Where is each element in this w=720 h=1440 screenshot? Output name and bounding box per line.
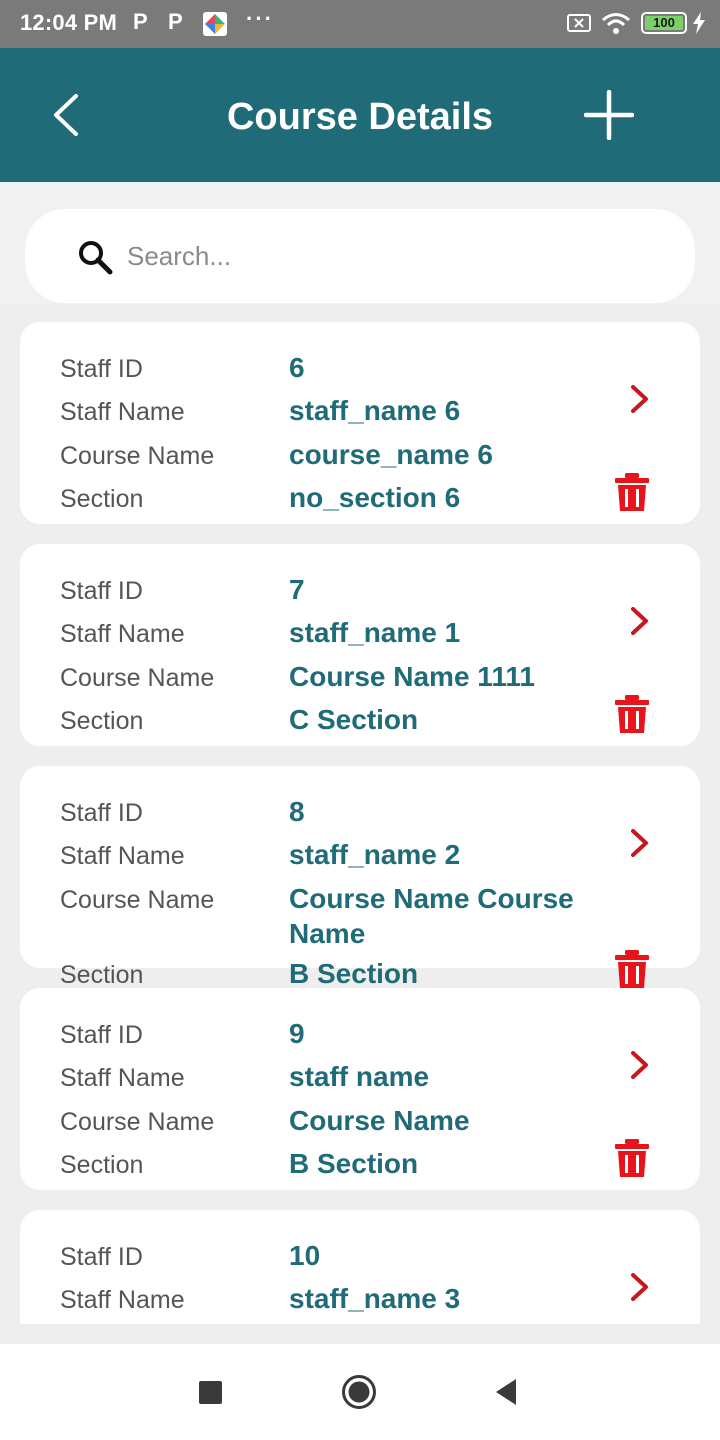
course-card[interactable]: Staff ID 6 Staff Name staff_name 6 Cours… [20,322,700,524]
staff-name-row: Staff Name staff_name 1 [60,617,700,664]
course-name-label: Course Name [60,886,215,914]
plus-icon[interactable] [584,90,634,140]
course-name-value: Course Name [289,1105,470,1136]
course-name-label: Course Name [60,1108,215,1136]
course-name-row: Course Name Course Name Course Name [60,883,700,949]
staff-name-row: Staff Name staff_name 2 [60,839,700,886]
trash-icon[interactable] [614,949,650,989]
chevron-right-icon[interactable] [628,606,652,636]
trash-icon[interactable] [614,472,650,512]
course-name-value: Course Name 1111 [289,661,535,692]
status-time: 12:04 PM [20,10,117,35]
staff-name-value: staff_name 3 [289,1283,461,1314]
staff-name-label: Staff Name [60,1064,185,1092]
staff-id-label: Staff ID [60,1021,143,1049]
course-list: Staff ID 6 Staff Name staff_name 6 Cours… [0,304,720,1324]
course-card[interactable]: Staff ID 8 Staff Name staff_name 2 Cours… [20,766,700,968]
section-row: Section no_section 6 [60,482,700,529]
staff-id-label: Staff ID [60,355,143,383]
section-row: Section B Section [60,1148,700,1195]
search-input[interactable] [127,231,667,281]
chevron-right-icon[interactable] [628,828,652,858]
staff-name-label: Staff Name [60,842,185,870]
trash-icon[interactable] [614,694,650,734]
course-card[interactable]: Staff ID 7 Staff Name staff_name 1 Cours… [20,544,700,746]
back-triangle-icon[interactable] [494,1377,518,1407]
staff-id-label: Staff ID [60,1243,143,1271]
staff-name-label: Staff Name [60,398,185,426]
app-icon [203,12,227,36]
charging-icon [693,12,705,34]
notification-p-icon: P [168,9,183,34]
section-value: B Section [289,1148,419,1179]
notification-p-icon: P [133,9,148,34]
staff-name-row: Staff Name staff name [60,1061,700,1108]
section-row: Section C Section [60,704,700,751]
staff-id-value: 10 [289,1240,321,1271]
course-name-label: Course Name [60,442,215,470]
staff-name-row: Staff Name staff_name 6 [60,395,700,442]
chevron-right-icon[interactable] [628,1272,652,1302]
search-section [0,182,720,304]
course-name-value: course_name 6 [289,439,493,470]
more-notifications-icon: ··· [246,6,274,31]
course-name-label: Course Name [60,664,215,692]
battery-level: 100 [653,15,675,30]
chevron-right-icon[interactable] [628,384,652,414]
chevron-right-icon[interactable] [628,1050,652,1080]
section-label: Section [60,1151,144,1179]
course-card[interactable]: Staff ID 10 Staff Name staff_name 3 [20,1210,700,1324]
section-label: Section [60,961,144,989]
section-label: Section [60,707,144,735]
section-row: Section B Section [60,958,700,1005]
staff-id-value: 6 [289,352,305,383]
staff-id-label: Staff ID [60,577,143,605]
section-value: no_section 6 [289,482,461,513]
section-value: B Section [289,958,419,989]
staff-id-value: 8 [289,796,305,827]
staff-name-label: Staff Name [60,1286,185,1314]
staff-name-row: Staff Name staff_name 3 [60,1283,700,1324]
staff-name-value: staff_name 6 [289,395,461,426]
course-name-value: Course Name Course Name [289,883,574,949]
trash-icon[interactable] [614,1138,650,1178]
staff-name-value: staff_name 2 [289,839,461,870]
app-header: Course Details [0,48,720,182]
wifi-icon [602,13,630,34]
course-card[interactable]: Staff ID 9 Staff Name staff name Course … [20,988,700,1190]
staff-name-value: staff name [289,1061,430,1092]
status-bar: 12:04 PM P P ··· 100 [0,0,720,48]
home-icon[interactable] [341,1374,377,1410]
staff-id-value: 9 [289,1018,305,1049]
staff-name-label: Staff Name [60,620,185,648]
recents-icon[interactable] [199,1381,222,1404]
staff-id-label: Staff ID [60,799,143,827]
battery-icon: 100 [641,12,687,34]
system-nav-bar [0,1344,720,1440]
section-label: Section [60,485,144,513]
search-bar[interactable] [25,209,695,303]
search-icon [79,241,113,275]
section-value: C Section [289,704,419,735]
sim-x-icon [567,14,591,32]
staff-name-value: staff_name 1 [289,617,461,648]
staff-id-value: 7 [289,574,305,605]
